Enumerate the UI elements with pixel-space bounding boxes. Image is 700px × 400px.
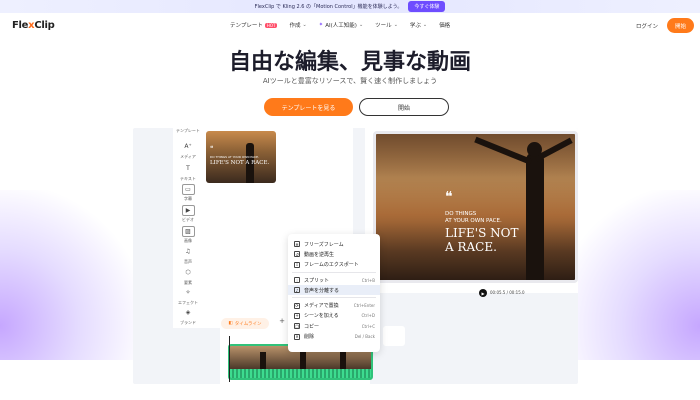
menu-learn[interactable]: 学ぶ ⌄: [410, 21, 427, 29]
sidebar-item-effects[interactable]: ✧ エフェクト: [173, 288, 203, 306]
promo-banner: FlexClip で Kling 2.6 の「Motion Control」機能…: [0, 0, 700, 13]
start-editing-button[interactable]: 開始: [359, 98, 449, 116]
split-icon: ⫶: [294, 277, 300, 284]
detach-audio-icon: ♪: [294, 287, 300, 294]
silhouette-body: [526, 152, 544, 280]
sidebar-item-templates[interactable]: テンプレート: [173, 128, 203, 134]
sidebar-item-image[interactable]: ▨ 画像: [173, 226, 203, 244]
editor-preview: テンプレート A⁺ メディア T テキスト ▭ 字幕 ▶ ビデオ ▨ 画像 ♫ 音声 ⬡ 要素…: [133, 128, 578, 384]
chevron-down-icon: ⌄: [393, 22, 398, 28]
silhouette-head: [527, 142, 542, 157]
menu-item-reverse[interactable]: ↺ 動画を逆再生: [288, 249, 380, 259]
sidebar-item-brand[interactable]: ◈ ブランド: [173, 308, 203, 326]
menu-templates[interactable]: テンプレート HOT: [230, 21, 278, 29]
replace-icon: ⟳: [294, 302, 300, 309]
video-canvas[interactable]: ❝ DO THINGS AT YOUR OWN PACE. LIFE'S NOT A…: [373, 131, 578, 283]
play-icon[interactable]: ▶: [479, 289, 487, 297]
image-icon: ▨: [181, 226, 195, 237]
menu-item-export-frame[interactable]: ⇩ フレームのエクスポート: [288, 260, 380, 270]
start-button[interactable]: 開始: [667, 18, 694, 33]
menu-item-split[interactable]: ⫶ スプリット Ctrl+B: [288, 275, 380, 285]
clip-context-menu: ❄ フリーズフレーム ↺ 動画を逆再生 ⇩ フレームのエクスポート ⫶ スプリット Ctr…: [288, 234, 380, 352]
menu-item-add-scene[interactable]: + シーンを加える Ctrl+D: [288, 311, 380, 321]
chevron-down-icon: ⌄: [422, 22, 428, 28]
promo-text: FlexClip で Kling 2.6 の「Motion Control」機能…: [254, 4, 403, 10]
menu-item-replace-media[interactable]: ⟳ メディアで置換 Ctrl+Enter: [288, 300, 380, 310]
menu-item-freeze-frame[interactable]: ❄ フリーズフレーム: [288, 239, 380, 249]
sidebar-item-text[interactable]: T テキスト: [173, 164, 203, 182]
playback-time: 00:05.5 / 00:15.0: [490, 290, 525, 295]
main-menu: テンプレート HOT 作成 ⌄ ✦ AI(人工知能) ⌄ ツール ⌄ 学ぶ ⌄ 価格: [230, 21, 450, 29]
chevron-down-icon: ⌄: [302, 22, 307, 28]
tab-timeline[interactable]: ◧ タイムライン: [221, 318, 269, 329]
add-scene-icon: +: [294, 312, 300, 319]
background-glow-left: [0, 190, 140, 360]
background-glow-right: [560, 190, 700, 360]
sidebar-item-subtitle[interactable]: ▭ 字幕: [173, 184, 203, 202]
audio-waveform: [230, 369, 371, 378]
menu-item-detach-audio[interactable]: ♪ 音声を分離する: [288, 285, 380, 296]
editor-sidebar: テンプレート A⁺ メディア T テキスト ▭ 字幕 ▶ ビデオ ▨ 画像 ♫ 音声 ⬡ 要素…: [173, 128, 203, 328]
brand-icon: ◈: [185, 309, 191, 316]
menu-item-copy[interactable]: ❐ コピー Ctrl+C: [288, 321, 380, 331]
ai-sparkle-icon: ✦: [318, 22, 324, 28]
effects-icon: ✧: [185, 289, 191, 296]
timeline-icon: ◧: [228, 321, 233, 326]
hero-title: 自由な編集、見事な動画: [228, 50, 471, 75]
timeline-side-card: [383, 326, 405, 346]
elements-icon: ⬡: [185, 269, 191, 276]
sidebar-item-audio[interactable]: ♫ 音声: [173, 247, 203, 265]
hot-badge: HOT: [264, 22, 278, 28]
menu-tools[interactable]: ツール ⌄: [375, 21, 398, 29]
hero-subtitle: AIツールと豊富なリソースで、賢く速く制作しましょう: [262, 77, 438, 85]
reverse-icon: ↺: [294, 251, 300, 258]
login-link[interactable]: ログイン: [636, 22, 658, 30]
menu-item-delete[interactable]: ✕ 削除 Del / Back: [288, 331, 380, 341]
export-frame-icon: ⇩: [294, 261, 300, 268]
browse-templates-button[interactable]: テンプレートを見る: [264, 98, 353, 116]
playhead[interactable]: [229, 336, 230, 382]
sidebar-item-video[interactable]: ▶ ビデオ: [173, 205, 203, 223]
add-icon[interactable]: +: [277, 317, 287, 327]
sidebar-item-elements[interactable]: ⬡ 要素: [173, 268, 203, 286]
chevron-down-icon: ⌄: [358, 22, 364, 28]
sidebar-item-media[interactable]: A⁺ メディア: [173, 142, 203, 160]
copy-icon: ❐: [294, 323, 300, 330]
text-icon: T: [186, 165, 190, 172]
menu-create[interactable]: 作成 ⌄: [289, 21, 306, 29]
trash-icon: ✕: [294, 333, 300, 340]
promo-try-button[interactable]: 今すぐ体験: [408, 1, 446, 12]
subtitle-icon: ▭: [181, 184, 195, 195]
music-icon: ♫: [185, 248, 191, 255]
top-nav: FlexClip テンプレート HOT 作成 ⌄ ✦ AI(人工知能) ⌄ ツール ⌄ 学…: [0, 13, 700, 39]
freeze-icon: ❄: [294, 241, 300, 248]
template-thumbnail[interactable]: ❝ DO THINGS AT YOUR OWN PACE. LIFE'S NOT…: [206, 131, 276, 183]
media-icon: A⁺: [184, 143, 192, 150]
video-icon: ▶: [181, 205, 195, 216]
menu-pricing[interactable]: 価格: [439, 21, 450, 29]
flexclip-logo[interactable]: FlexClip: [12, 20, 55, 31]
menu-ai[interactable]: ✦ AI(人工知能) ⌄: [319, 21, 364, 29]
